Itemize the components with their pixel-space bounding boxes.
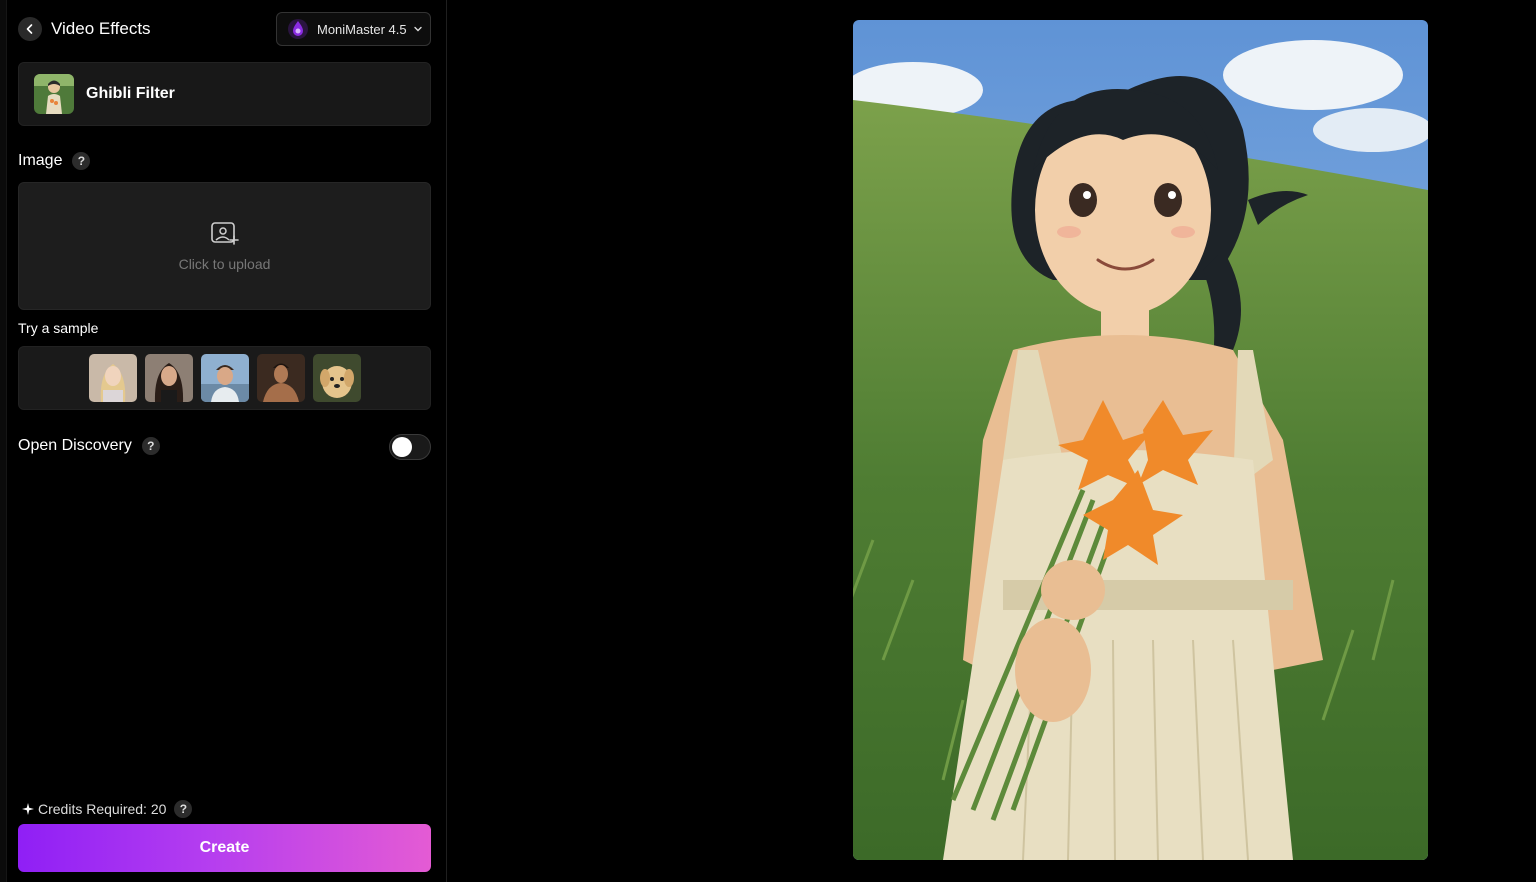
selected-effect-card[interactable]: Ghibli Filter [18, 62, 431, 126]
window-edge [0, 0, 7, 882]
create-button[interactable]: Create [18, 824, 431, 872]
discovery-section-label: Open Discovery ? [18, 437, 160, 455]
image-add-icon [210, 222, 239, 245]
sample-list [18, 346, 431, 410]
sample-label: Try a sample [18, 320, 99, 336]
back-button[interactable] [18, 17, 42, 41]
image-help-button[interactable]: ? [72, 152, 91, 170]
discovery-toggle[interactable] [389, 434, 431, 460]
chevron-left-icon [26, 24, 33, 34]
sample-woman-dark-hair[interactable] [144, 354, 193, 402]
model-logo-icon [288, 19, 308, 39]
credits-help-button[interactable]: ? [174, 800, 193, 818]
upload-hint: Click to upload [178, 256, 271, 272]
toggle-knob [392, 437, 412, 457]
page-title: Video Effects [51, 19, 151, 38]
chevron-down-icon [413, 26, 422, 32]
credits-info: Credits Required: 20 ? [22, 800, 193, 818]
model-select[interactable]: MoniMaster 4.5 [276, 12, 431, 46]
effect-thumbnail [34, 74, 74, 114]
sample-woman-blonde[interactable] [88, 354, 137, 402]
sample-puppy[interactable] [312, 354, 361, 402]
effect-name: Ghibli Filter [86, 85, 175, 102]
effect-preview-image [853, 20, 1428, 860]
discovery-label: Open Discovery [18, 437, 132, 454]
sample-man-shirtless[interactable] [256, 354, 305, 402]
effects-sidebar: Video Effects MoniMaster 4.5 Ghibli Filt… [7, 0, 447, 882]
header: Video Effects MoniMaster 4.5 [18, 12, 431, 46]
image-upload-area[interactable]: Click to upload [18, 182, 431, 310]
sparkle-icon [22, 803, 34, 815]
model-label: MoniMaster 4.5 [317, 21, 407, 37]
image-label: Image [18, 152, 63, 169]
sample-man-outdoor[interactable] [200, 354, 249, 402]
image-section-label: Image ? [18, 152, 91, 170]
credits-text: Credits Required: 20 [38, 801, 167, 817]
discovery-help-button[interactable]: ? [141, 437, 160, 455]
